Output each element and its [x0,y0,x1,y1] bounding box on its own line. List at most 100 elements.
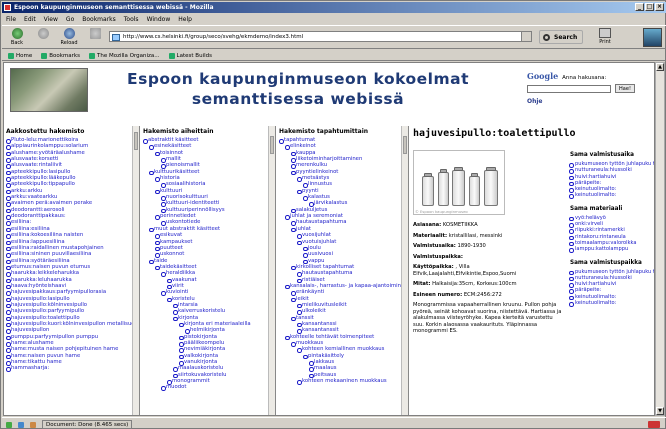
field-label: Asiasana: [413,222,442,228]
google-search: Google Anna hakusana: Hae! Ohje [527,71,651,111]
related-link[interactable]: keinutuolimalto: [569,192,654,200]
stop-button[interactable] [84,28,106,48]
scroll-down-arrow[interactable]: ▼ [656,407,664,415]
bookmark-home[interactable]: Home [8,52,32,60]
panel-title: Hakemisto tapahtumittain [279,128,369,135]
help-link[interactable]: Ohje [527,98,543,105]
related-link[interactable]: keinutuolimalto: [569,300,654,307]
status-text: Document: Done (8.465 secs) [42,420,133,429]
search-label: Search [554,34,578,41]
tree-link[interactable]: kohteen mekaaninen muokkaus [277,378,408,385]
bookmark-icon [41,53,48,59]
search-label: Anna hakusana: [562,75,607,81]
minimize-button[interactable]: _ [635,3,644,11]
navigation-toolbar: Back Reload http://www.cs.helsinki.fi/gr… [2,25,666,49]
status-bar: Document: Done (8.465 secs) [2,417,666,429]
back-button[interactable]: Back [6,28,28,48]
search-button[interactable]: Search [539,30,583,44]
url-field[interactable]: http://www.cs.helsinki.fi/group/seco/sve… [109,31,532,42]
print-button[interactable]: Print [592,28,618,48]
search-icon [543,34,550,41]
close-button[interactable]: × [655,3,664,11]
bookmark-icon [168,53,175,59]
browser-window: Espoon kaupunginmuseon semanttisessa web… [0,0,666,429]
detail-field: Käyttöpaikka: , Villa Elfvik,Laajalahti,… [413,264,563,277]
menu-bookmarks[interactable]: Bookmarks [82,16,116,24]
related-list: vyö:helävyö onki:virveli riipukki:rintamer… [569,215,654,254]
menu-edit[interactable]: Edit [24,16,36,24]
menu-window[interactable]: Window [147,16,171,24]
section-title: Sama valmistuspaikka [570,259,642,266]
reload-icon [63,28,75,39]
photo-credit: © Espoon kaupunginmuseo [415,209,468,214]
tree-link[interactable]: muodot [141,384,275,392]
back-arrow-icon [11,28,23,39]
field-value: 1890-1930 [457,243,486,249]
maximize-button[interactable]: □ [645,3,654,11]
scroll-up-arrow[interactable]: ▲ [656,63,664,71]
related-list: pukumuseon tyttön juhlapuku tai naamiais… [569,161,654,200]
menu-go[interactable]: Go [66,16,74,24]
event-index-panel: Hakemisto tapahtumittain tapahtumat elink… [277,126,409,415]
bottle-5 [484,167,498,206]
field-value: Halkaisija:35cm, Korkeus:100cm [432,281,517,287]
print-label: Print [599,39,611,45]
field-label: Materiaalit: [413,232,448,239]
detail-field: Asiasana: KOSMETIIKKA [413,222,563,229]
bottle-3 [452,167,465,206]
menu-tools[interactable]: Tools [124,16,139,24]
page-content: Espoon kaupunginmuseon kokoelmat semantt… [3,62,655,416]
page-scrollbar[interactable]: ▲ ▼ [655,62,665,416]
forward-arrow-icon [37,28,49,39]
bottle-4 [469,173,480,206]
panel-scrollbar[interactable] [268,126,275,415]
back-label: Back [10,40,24,46]
bookmark-bookmarks[interactable]: Bookmarks [41,52,80,60]
related-items: Sama valmistusaika pukumuseon tyttön juhl… [568,150,654,313]
page-icon [112,34,120,41]
detail-field: Valmistuspaikka: [413,254,563,261]
field-label: Käyttöpaikka: [413,264,454,270]
topic-index-panel: Hakemisto aiheittain abstraktit käsittee… [141,126,276,415]
section-title: Sama materiaali [570,205,623,212]
title-bar: Espoon kaupunginmuseon semanttisessa web… [2,2,666,13]
item-fields: Asiasana: KOSMETIIKKA Materiaalit: krista… [413,222,563,335]
detail-field: Mitat: Halkaisija:35cm, Korkeus:100cm [413,281,563,288]
menu-bar: File Edit View Go Bookmarks Tools Window… [2,14,666,24]
url-dropdown[interactable] [521,32,531,41]
panel-title: Aakkostettu hakemisto [6,128,85,135]
bottle-1 [422,173,434,206]
menu-view[interactable]: View [44,16,58,24]
index-link[interactable]: hammasharja: [6,365,139,373]
window-title: Espoon kaupunginmuseon semanttisessa web… [14,4,214,11]
stop-icon [89,28,101,39]
field-value: KOSMETIIKKA [442,222,478,228]
reload-label: Reload [60,40,78,46]
bookmark-mozilla-org[interactable]: The Mozilla Organiza... [88,52,160,60]
printer-icon [599,28,611,38]
reload-button[interactable]: Reload [58,28,80,48]
panel-scrollbar[interactable] [401,126,408,415]
item-title: hajuvesipullo:toalettipullo [413,128,576,139]
field-label: Esineen numero: [413,291,463,298]
bookmarks-toolbar: Home Bookmarks The Mozilla Organiza... L… [2,50,666,61]
google-search-button[interactable]: Hae! [615,84,635,93]
google-search-input[interactable] [527,85,611,93]
menu-file[interactable]: File [6,16,16,24]
field-label: Mitat: [413,281,431,287]
detail-field: Materiaalit: kristallilasi, messinki [413,233,563,240]
google-logo: Google [527,71,559,81]
field-label: Valmistusaika: [413,243,456,249]
bookmark-latest-builds[interactable]: Latest Builds [168,52,212,60]
related-link[interactable]: lamppu:kattolamppu [569,246,654,254]
alphabetical-index-panel: Aakkostettu hakemisto Pluto-lelu:marione… [4,126,140,415]
mozilla-icon [4,4,11,11]
forward-button[interactable] [32,28,54,48]
mail-icon [18,421,24,428]
museum-photo [10,68,88,112]
panel-scrollbar[interactable] [132,126,139,415]
detail-field: Valmistusaika: 1890-1930 [413,243,563,250]
menu-help[interactable]: Help [178,16,192,24]
throbber[interactable] [643,28,662,47]
detail-field: Esineen numero: ECM:2456:272 [413,292,563,299]
